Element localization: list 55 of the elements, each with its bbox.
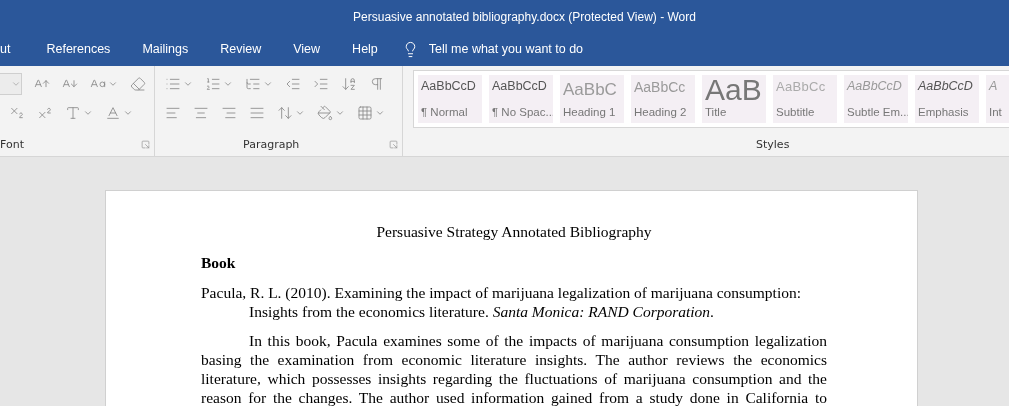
ribbon-tab[interactable]: Mailings — [126, 33, 205, 66]
ribbon-tab[interactable]: Help — [336, 33, 394, 66]
shading-icon[interactable] — [317, 105, 333, 121]
dropdown-caret-icon[interactable] — [295, 108, 305, 118]
style-item[interactable]: A Int — [986, 75, 1009, 123]
pilcrow-icon[interactable] — [369, 76, 385, 92]
dropdown-caret-icon[interactable] — [263, 79, 273, 89]
decrease-indent-icon[interactable] — [285, 76, 301, 92]
group-label: Paragraph — [243, 136, 300, 153]
style-item[interactable]: AaBbC Heading 1 — [560, 75, 624, 123]
dialog-launcher-icon[interactable] — [141, 140, 150, 150]
style-item[interactable]: AaBbCc Subtitle — [773, 75, 837, 123]
group-label: Styles — [756, 136, 791, 153]
group-label: Font — [0, 136, 24, 153]
dropdown-caret-icon[interactable] — [183, 79, 193, 89]
dropdown-caret-icon[interactable] — [375, 108, 385, 118]
dropdown-caret-icon[interactable] — [83, 108, 93, 118]
ribbon-tab[interactable]: View — [277, 33, 337, 66]
dropdown-caret-icon[interactable] — [123, 108, 133, 118]
font-size-field[interactable] — [0, 73, 22, 95]
body-paragraph: In this book, Pacula examines some of the impacts of marijuana consumption legalization basing the examination from economic literature insights. The author reviews the economics literature, which possesses insights regarding the fluctuations of marijuana consumption and the reason for the changes. The author used information gained from a study done in California to — [201, 331, 827, 406]
dropdown-caret-icon[interactable] — [108, 79, 118, 89]
section-heading: Book — [201, 253, 237, 272]
window-title: Persuasive annotated bibliography.docx (Protected View) - Word — [352, 8, 696, 26]
style-item[interactable]: AaBbCcD ¶ Normal — [418, 75, 482, 123]
multilevel-list-icon[interactable] — [245, 76, 261, 92]
clear-formatting-icon[interactable] — [130, 76, 146, 92]
document-title: Persuasive Strategy Annotated Bibliography — [375, 222, 653, 241]
dropdown-caret-icon[interactable] — [335, 108, 345, 118]
font-color-icon[interactable] — [105, 105, 121, 121]
style-item[interactable]: AaBbCcD Emphasis — [915, 75, 979, 123]
dialog-launcher-icon[interactable] — [389, 140, 398, 150]
borders-icon[interactable] — [357, 105, 373, 121]
subscript-icon[interactable] — [9, 105, 25, 121]
line-spacing-icon[interactable] — [277, 105, 293, 121]
superscript-icon[interactable] — [37, 105, 53, 121]
citation: Pacula, R. L. (2010). Examining the impact of marijuana legalization of marijuana consumption: Insights from the economics literature. Santa Monica: RAND Corporation. — [201, 283, 803, 321]
dropdown-caret-icon[interactable] — [11, 79, 21, 89]
align-center-icon[interactable] — [193, 105, 209, 121]
align-right-icon[interactable] — [221, 105, 237, 121]
style-item[interactable]: AaB Title — [702, 75, 766, 123]
dropdown-caret-icon[interactable] — [223, 79, 233, 89]
align-left-icon[interactable] — [165, 105, 181, 121]
tell-me-field[interactable]: Tell me what you want to do — [428, 40, 649, 59]
numbering-icon[interactable] — [205, 76, 221, 92]
style-item[interactable]: AaBbCc Heading 2 — [631, 75, 695, 123]
ribbon-tab[interactable]: References — [30, 33, 127, 66]
text-effects-icon[interactable] — [65, 105, 81, 121]
ribbon-tab[interactable]: ut — [0, 33, 31, 66]
ribbon-tab[interactable]: Review — [204, 33, 278, 66]
justify-icon[interactable] — [249, 105, 265, 121]
style-item[interactable]: AaBbCcD Subtle Em... — [844, 75, 908, 123]
increase-indent-icon[interactable] — [313, 76, 329, 92]
bullets-icon[interactable] — [165, 76, 181, 92]
sort-icon[interactable] — [341, 76, 357, 92]
